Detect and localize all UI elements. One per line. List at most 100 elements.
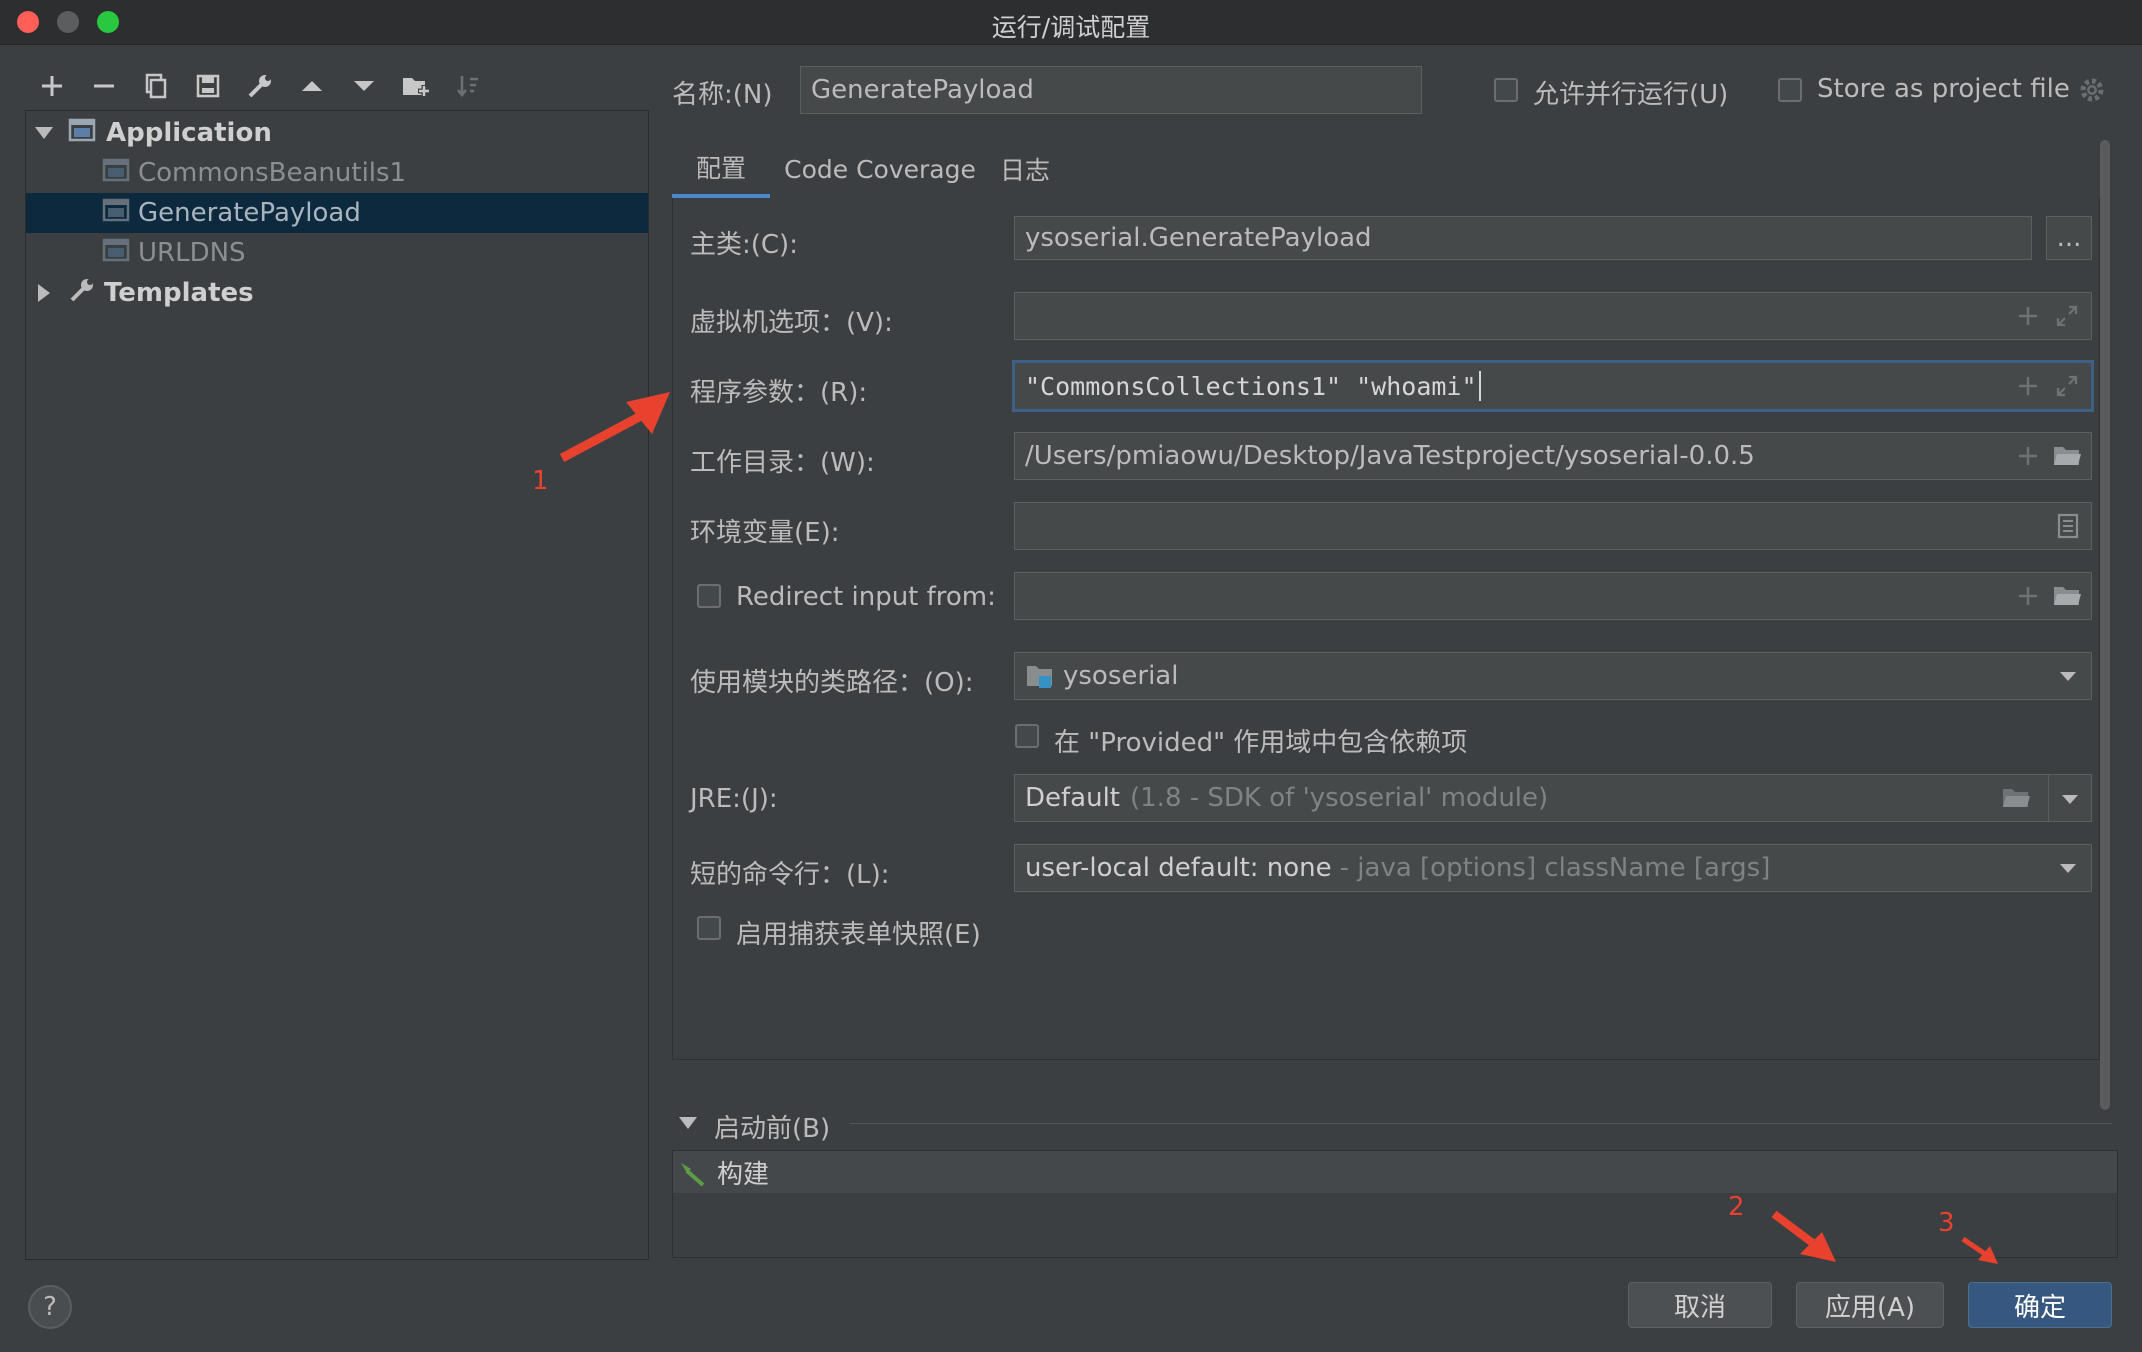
collapse-before-launch-icon[interactable] (678, 1115, 698, 1135)
expand-icon[interactable] (2053, 363, 2081, 409)
annotation-arrow-1 (556, 386, 676, 470)
tab-logs[interactable]: 日志 (994, 140, 1056, 198)
annotation-number-2: 2 (1728, 1192, 1745, 1222)
help-label: ? (43, 1292, 57, 1322)
run-debug-configuration-dialog: 运行/调试配置 Application CommonsBeanutils1 Ge… (0, 0, 2142, 1352)
tab-config[interactable]: 配置 (672, 140, 770, 198)
main-class-label: 主类:(C): (690, 230, 798, 260)
chevron-down-icon (2060, 783, 2080, 813)
plus-icon[interactable] (2015, 433, 2041, 479)
apply-label: 应用(A) (1824, 1292, 1916, 1323)
jre-input[interactable]: Default (1.8 - SDK of 'ysoserial' module… (1014, 774, 2050, 822)
parallel-run-label: 允许并行运行(U) (1533, 80, 1729, 110)
annotation-number-3: 3 (1938, 1208, 1955, 1238)
folder-icon[interactable] (2051, 433, 2083, 479)
wrench-icon (68, 276, 96, 311)
copy-icon[interactable] (130, 66, 182, 106)
before-launch-task-build[interactable]: 构建 (673, 1151, 2117, 1193)
chevron-down-icon[interactable] (34, 123, 54, 143)
tree-item-label: URLDNS (138, 238, 246, 268)
program-args-input[interactable]: "CommonsCollections1" "whoami" (1012, 360, 2094, 412)
working-dir-input[interactable]: /Users/pmiaowu/Desktop/JavaTestproject/y… (1014, 432, 2092, 480)
tree-item-commonsbeanutils1[interactable]: CommonsBeanutils1 (26, 153, 648, 193)
shorten-cmdline-value: user-local default: none (1025, 853, 1332, 883)
annotation-arrow-3 (1960, 1236, 2002, 1270)
redirect-input-checkbox[interactable] (697, 584, 721, 608)
chevron-down-icon[interactable] (2055, 653, 2081, 699)
browse-main-class-button[interactable]: ... (2046, 216, 2092, 260)
redirect-input-label: Redirect input from: (736, 582, 996, 612)
tree-item-label: GeneratePayload (138, 198, 361, 228)
document-icon[interactable] (2055, 503, 2081, 549)
vm-options-label: 虚拟机选项：(V): (690, 308, 893, 338)
include-provided-checkbox[interactable] (1015, 724, 1039, 748)
tree-node-templates[interactable]: Templates (26, 273, 648, 313)
working-dir-label: 工作目录：(W): (690, 448, 875, 478)
tree-item-label: CommonsBeanutils1 (138, 158, 407, 188)
chevron-right-icon[interactable] (34, 283, 54, 303)
tree-item-generatepayload[interactable]: GeneratePayload (26, 193, 648, 233)
remove-icon[interactable] (78, 66, 130, 106)
shorten-cmdline-label: 短的命令行：(L): (690, 860, 890, 890)
chevron-down-icon[interactable] (2055, 845, 2081, 891)
env-vars-label: 环境变量(E): (690, 518, 840, 548)
sort-icon[interactable] (442, 66, 494, 106)
apply-button[interactable]: 应用(A) (1796, 1282, 1944, 1328)
module-classpath-value: ysoserial (1063, 661, 1179, 691)
program-args-label: 程序参数：(R): (690, 378, 868, 408)
plus-icon[interactable] (2015, 293, 2041, 339)
tree-node-application[interactable]: Application (26, 113, 648, 153)
vm-options-input[interactable] (1014, 292, 2092, 340)
before-launch-label: 启动前(B) (714, 1114, 831, 1144)
env-vars-input[interactable] (1014, 502, 2092, 550)
tree-templates-label: Templates (104, 278, 254, 308)
capture-snapshot-checkbox[interactable] (697, 916, 721, 940)
plus-icon[interactable] (2015, 573, 2041, 619)
configurations-tree: Application CommonsBeanutils1 GeneratePa… (25, 110, 649, 1260)
parallel-run-checkbox[interactable] (1494, 78, 1518, 102)
cancel-button[interactable]: 取消 (1628, 1282, 1772, 1328)
redirect-input-field[interactable] (1014, 572, 2092, 620)
name-input[interactable]: GeneratePayload (800, 66, 1422, 114)
cancel-label: 取消 (1673, 1292, 1726, 1323)
tree-application-label: Application (106, 118, 272, 148)
browse-label: ... (2056, 223, 2082, 253)
ok-button[interactable]: 确定 (1968, 1282, 2112, 1328)
working-dir-value: /Users/pmiaowu/Desktop/JavaTestproject/y… (1025, 441, 1755, 471)
include-provided-label: 在 "Provided" 作用域中包含依赖项 (1054, 728, 1468, 758)
main-class-value: ysoserial.GeneratePayload (1025, 223, 1372, 253)
vertical-scrollbar[interactable] (2098, 140, 2112, 1110)
separator (850, 1123, 2112, 1124)
folder-icon[interactable] (2051, 573, 2083, 619)
scroll-thumb[interactable] (2100, 140, 2110, 1110)
save-icon[interactable] (182, 66, 234, 106)
expand-icon[interactable] (2053, 293, 2081, 339)
arrow-up-icon[interactable] (286, 66, 338, 106)
arrow-down-icon[interactable] (338, 66, 390, 106)
module-classpath-select[interactable]: ysoserial (1014, 652, 2092, 700)
tree-item-urldns[interactable]: URLDNS (26, 233, 648, 273)
wrench-icon[interactable] (234, 66, 286, 106)
application-config-icon (102, 198, 130, 229)
main-class-input[interactable]: ysoserial.GeneratePayload (1014, 216, 2032, 260)
add-icon[interactable] (26, 66, 78, 106)
jre-label: JRE:(J): (690, 784, 778, 814)
configurations-toolbar (26, 66, 494, 106)
jre-value: Default (1025, 783, 1120, 813)
application-config-icon (102, 238, 130, 269)
application-config-icon (102, 158, 130, 189)
store-as-project-file-checkbox[interactable] (1778, 78, 1802, 102)
name-value: GeneratePayload (811, 75, 1034, 105)
folder-add-icon[interactable] (390, 66, 442, 106)
folder-icon[interactable] (2000, 775, 2032, 821)
before-launch-task-label: 构建 (717, 1159, 770, 1190)
before-launch-list: 构建 (672, 1150, 2118, 1258)
module-folder-icon (1025, 663, 1055, 689)
tab-code-coverage[interactable]: Code Coverage (782, 140, 978, 198)
shorten-cmdline-select[interactable]: user-local default: none - java [options… (1014, 844, 2092, 892)
plus-icon[interactable] (2015, 363, 2041, 409)
gear-icon[interactable] (2078, 76, 2106, 108)
jre-dropdown-button[interactable] (2048, 774, 2092, 822)
shorten-cmdline-hint: - java [options] className [args] (1339, 853, 1771, 883)
help-button[interactable]: ? (28, 1285, 72, 1329)
